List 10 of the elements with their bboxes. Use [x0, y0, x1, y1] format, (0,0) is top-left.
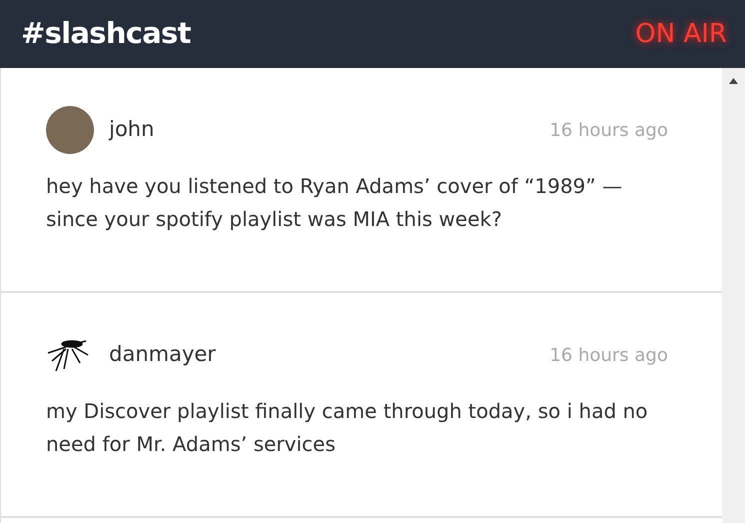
author-name: john [109, 116, 154, 144]
message-text: my Discover playlist finally came through today, so i had no need for Mr. Adams’ services [46, 398, 649, 458]
timestamp: 16 hours ago [550, 118, 668, 142]
timestamp: 16 hours ago [550, 344, 668, 368]
scroll-up-icon[interactable] [729, 78, 738, 84]
author-name: danmayer [109, 341, 216, 368]
avatar-photo-placeholder [46, 106, 94, 154]
message-text: hey have you listened to Ryan Adams’ cover of “1989” — since your spotify playlist was MIA this week? [46, 173, 624, 233]
on-air-sign: ON AIR [635, 18, 727, 50]
channel-title: #slashcast [21, 15, 191, 52]
